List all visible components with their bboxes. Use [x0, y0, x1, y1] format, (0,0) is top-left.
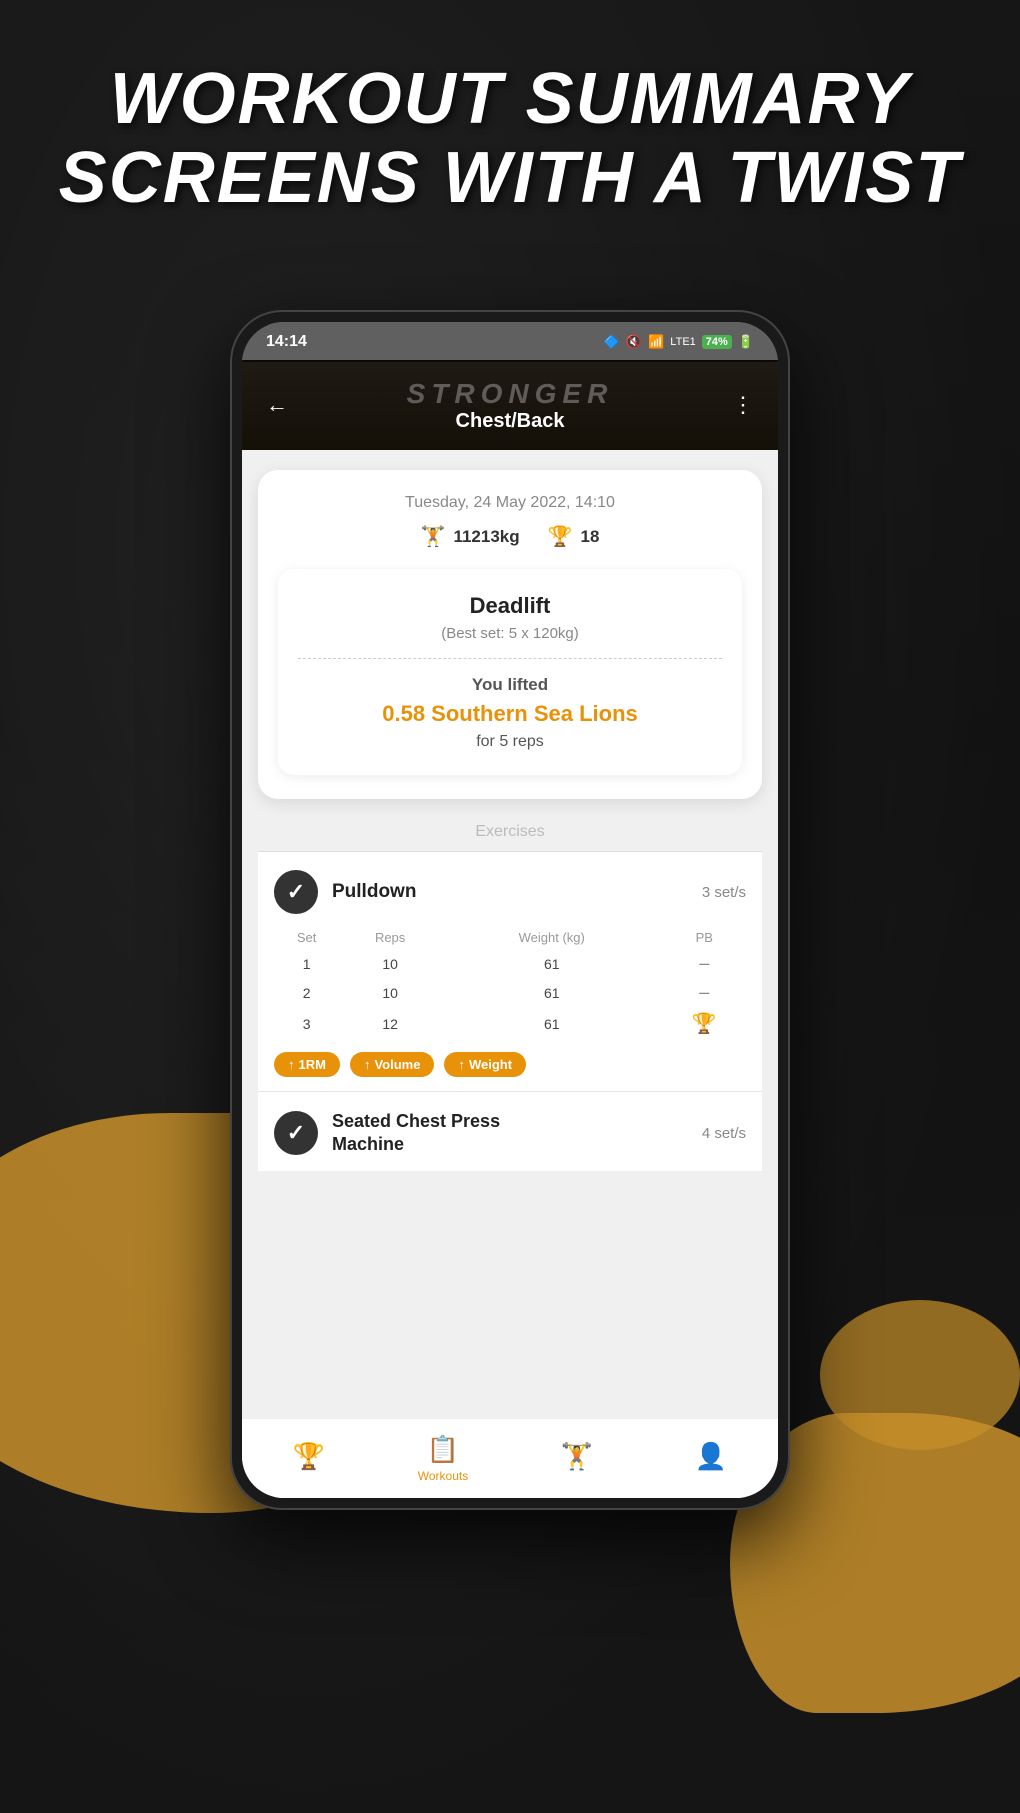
profile-nav-icon: 👤: [695, 1441, 727, 1472]
exercise-nav-icon: 🏋: [561, 1441, 593, 1472]
menu-button[interactable]: ⋮: [732, 392, 754, 418]
page-headline: WORKOUT SUMMARY SCREENS WITH A TWIST: [0, 60, 1020, 218]
status-icons: 🔷 🔇 📶 LTE1 74% 🔋: [604, 334, 754, 350]
exercises-section-label: Exercises: [258, 823, 762, 841]
summary-stats: 🏋 11213kg 🏆 18: [278, 524, 742, 549]
table-row: 3 12 61 🏆: [274, 1007, 746, 1040]
pulldown-left: ✓ Pulldown: [274, 870, 416, 914]
pulldown-sets: 3 set/s: [702, 884, 746, 901]
status-bar: 14:14 🔷 🔇 📶 LTE1 74% 🔋: [242, 322, 778, 362]
trophy-nav-icon: 🏆: [293, 1441, 325, 1472]
nav-item-exercise[interactable]: 🏋: [510, 1441, 644, 1476]
exercise-best-set: (Best set: 5 x 120kg): [298, 625, 722, 642]
nav-item-profile[interactable]: 👤: [644, 1441, 778, 1476]
col-weight: Weight (kg): [441, 926, 663, 949]
weight-stat: 🏋 11213kg: [421, 524, 520, 549]
card-divider: [298, 658, 722, 659]
exercise-highlight-name: Deadlift: [298, 593, 722, 619]
reps-val: 10: [339, 978, 441, 1007]
weight-value: 11213kg: [453, 527, 519, 547]
pulldown-name: Pulldown: [332, 881, 416, 903]
pb-val: –: [663, 978, 746, 1007]
badge-1rm-label: 1RM: [299, 1057, 326, 1072]
badge-volume-label: Volume: [374, 1057, 420, 1072]
bluetooth-icon: 🔷: [604, 334, 620, 350]
nav-item-workouts[interactable]: 📋 Workouts: [376, 1434, 510, 1483]
badge-volume: ↑ Volume: [350, 1052, 435, 1077]
weight-icon: 🏋: [421, 524, 446, 549]
badge-weight-label: Weight: [469, 1057, 512, 1072]
set-num: 1: [274, 949, 339, 978]
trophy-icon: 🏆: [548, 524, 573, 549]
col-set: Set: [274, 926, 339, 949]
workout-date: Tuesday, 24 May 2022, 14:10: [278, 494, 742, 512]
seated-exercise: ✓ Seated Chest PressMachine 4 set/s: [258, 1092, 762, 1171]
seated-check: ✓: [274, 1111, 318, 1155]
arrow-up-icon: ↑: [288, 1057, 295, 1072]
headline-line1: WORKOUT SUMMARY: [40, 60, 980, 139]
seated-header: ✓ Seated Chest PressMachine 4 set/s: [274, 1110, 746, 1157]
table-row: 2 10 61 –: [274, 978, 746, 1007]
pulldown-header: ✓ Pulldown 3 set/s: [274, 870, 746, 914]
battery-icon: 🔋: [738, 334, 754, 350]
col-pb: PB: [663, 926, 746, 949]
weight-val: 61: [441, 949, 663, 978]
wifi-icon: 📶: [648, 334, 664, 350]
exercise-highlight-card: Deadlift (Best set: 5 x 120kg) You lifte…: [278, 569, 742, 775]
trophy-count: 18: [581, 527, 600, 547]
check-icon: ✓: [287, 1120, 305, 1146]
header-title-block: STRONGER Chest/Back: [407, 378, 614, 433]
app-name: STRONGER: [407, 378, 614, 410]
battery-indicator: 74%: [702, 335, 732, 349]
signal-icon: LTE1: [670, 336, 695, 348]
seated-name: Seated Chest PressMachine: [332, 1110, 500, 1157]
headline-line2: SCREENS WITH A TWIST: [40, 139, 980, 218]
workouts-nav-label: Workouts: [418, 1469, 468, 1483]
phone-frame: 14:14 🔷 🔇 📶 LTE1 74% 🔋 ← STRONGER: [230, 310, 790, 1510]
badges-row: ↑ 1RM ↑ Volume ↑ Weight: [274, 1052, 746, 1077]
seated-sets: 4 set/s: [702, 1125, 746, 1142]
table-row: 1 10 61 –: [274, 949, 746, 978]
set-num: 2: [274, 978, 339, 1007]
bottom-nav: 🏆 📋 Workouts 🏋 👤: [242, 1418, 778, 1498]
pb-val: –: [663, 949, 746, 978]
status-time: 14:14: [266, 333, 307, 351]
summary-card: Tuesday, 24 May 2022, 14:10 🏋 11213kg 🏆 …: [258, 470, 762, 799]
phone-screen: 14:14 🔷 🔇 📶 LTE1 74% 🔋 ← STRONGER: [242, 322, 778, 1498]
seated-left: ✓ Seated Chest PressMachine: [274, 1110, 500, 1157]
workouts-nav-icon: 📋: [427, 1434, 459, 1465]
you-lifted-label: You lifted: [298, 675, 722, 695]
col-reps: Reps: [339, 926, 441, 949]
check-icon: ✓: [287, 879, 305, 905]
gold-decoration-top-right: [820, 1300, 1020, 1450]
main-content: Tuesday, 24 May 2022, 14:10 🏋 11213kg 🏆 …: [242, 450, 778, 1191]
weight-val: 61: [441, 1007, 663, 1040]
pulldown-sets-table: Set Reps Weight (kg) PB 1 10 61: [274, 926, 746, 1040]
nav-item-trophy[interactable]: 🏆: [242, 1441, 376, 1476]
set-num: 3: [274, 1007, 339, 1040]
badge-weight: ↑ Weight: [444, 1052, 526, 1077]
badge-1rm: ↑ 1RM: [274, 1052, 340, 1077]
arrow-up-icon: ↑: [458, 1057, 465, 1072]
back-button[interactable]: ←: [266, 392, 288, 418]
reps-val: 10: [339, 949, 441, 978]
mute-icon: 🔇: [626, 334, 642, 350]
pulldown-exercise: ✓ Pulldown 3 set/s Set Reps Weight (: [258, 852, 762, 1092]
arrow-up-icon: ↑: [364, 1057, 371, 1072]
pulldown-check: ✓: [274, 870, 318, 914]
weight-val: 61: [441, 978, 663, 1007]
reps-val: 12: [339, 1007, 441, 1040]
trophy-stat: 🏆 18: [548, 524, 600, 549]
workout-name: Chest/Back: [407, 410, 614, 433]
animal-comparison: 0.58 Southern Sea Lions: [298, 701, 722, 727]
for-reps-text: for 5 reps: [298, 733, 722, 751]
app-header: ← STRONGER Chest/Back ⋮: [242, 360, 778, 450]
pb-trophy: 🏆: [663, 1007, 746, 1040]
phone-mockup: 14:14 🔷 🔇 📶 LTE1 74% 🔋 ← STRONGER: [230, 310, 790, 1510]
